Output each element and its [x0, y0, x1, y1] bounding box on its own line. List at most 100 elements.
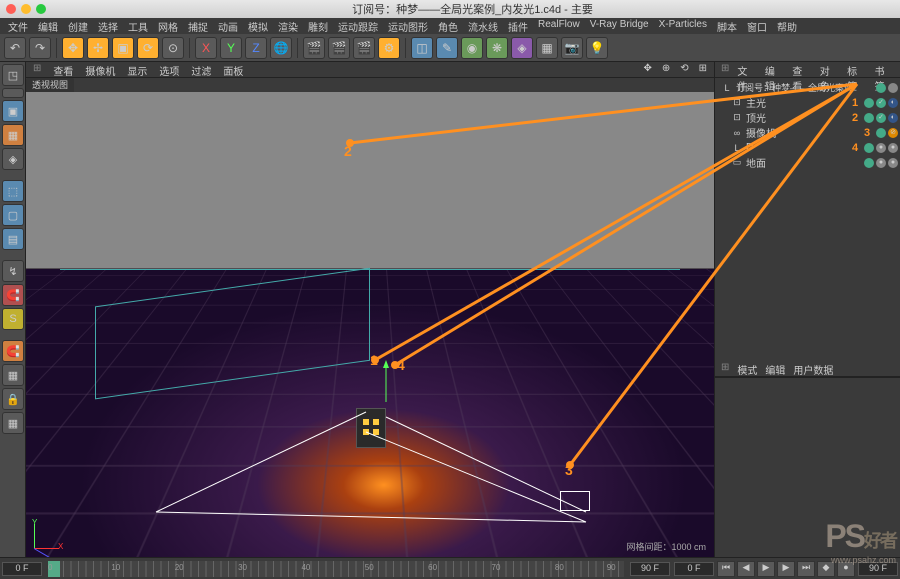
vp-panel[interactable]: 面板: [220, 62, 246, 77]
vp-camera[interactable]: 摄像机: [82, 62, 118, 77]
vp-filter[interactable]: 过滤: [188, 62, 214, 77]
close-icon[interactable]: [6, 4, 16, 14]
y-axis-button[interactable]: Y: [220, 37, 242, 59]
menu-snap[interactable]: 捕捉: [184, 18, 212, 34]
editable-button[interactable]: ◳: [2, 64, 24, 86]
render-region-button[interactable]: 🎬: [328, 37, 350, 59]
x-axis-button[interactable]: X: [195, 37, 217, 59]
soft-button[interactable]: ▦: [2, 412, 24, 434]
viewport-canvas[interactable]: Y X 网格间距：1000 cm: [26, 92, 714, 557]
om-edit[interactable]: 编辑: [763, 62, 786, 77]
workplane-button[interactable]: ◈: [2, 148, 24, 170]
tl-next-button[interactable]: ▶: [777, 561, 795, 577]
menu-realflow[interactable]: RealFlow: [534, 18, 584, 34]
workplane2-button[interactable]: S: [2, 308, 24, 330]
tl-ruler[interactable]: 0 10 20 30 40 50 60 70 80 90: [48, 561, 624, 577]
menu-render[interactable]: 渲染: [274, 18, 302, 34]
menu-plugin[interactable]: 插件: [504, 18, 532, 34]
model-button[interactable]: [2, 88, 24, 98]
tl-prev-button[interactable]: ◀: [737, 561, 755, 577]
z-axis-button[interactable]: Z: [245, 37, 267, 59]
obj-row-root[interactable]: L 订阅号：种梦——全局光案例: [717, 80, 898, 95]
obj-row-d[interactable]: L D 4 ●●: [717, 140, 898, 155]
vp-view[interactable]: 查看: [50, 62, 76, 77]
menu-create[interactable]: 创建: [64, 18, 92, 34]
menu-help[interactable]: 帮助: [773, 18, 801, 34]
tl-cur[interactable]: 0 F: [674, 562, 714, 576]
environment-button[interactable]: ▦: [536, 37, 558, 59]
render-settings2-button[interactable]: ⚙: [378, 37, 400, 59]
menu-mograph[interactable]: 运动图形: [384, 18, 432, 34]
obj-row-floor[interactable]: ▭ 地面 ●●: [717, 155, 898, 170]
tl-play-button[interactable]: ▶: [757, 561, 775, 577]
vp-nav-icon[interactable]: ✥: [640, 62, 654, 77]
world-button[interactable]: 🌐: [270, 37, 292, 59]
menu-edit[interactable]: 编辑: [34, 18, 62, 34]
menu-vray[interactable]: V-Ray Bridge: [586, 18, 653, 34]
om-file[interactable]: 文件: [735, 62, 758, 77]
pen-button[interactable]: ✎: [436, 37, 458, 59]
menu-xp[interactable]: X-Particles: [655, 18, 711, 34]
light-button[interactable]: 💡: [586, 37, 608, 59]
obj-row-camera[interactable]: ∞ 摄像机 3 ⊘: [717, 125, 898, 140]
menu-pipe[interactable]: 流水线: [464, 18, 502, 34]
last-tool-button[interactable]: ⊙: [162, 37, 184, 59]
undo-button[interactable]: ↶: [4, 37, 26, 59]
vp-zoom-icon[interactable]: ⊕: [659, 62, 673, 77]
generator-button[interactable]: ❋: [486, 37, 508, 59]
edge-mode-button[interactable]: ▢: [2, 204, 24, 226]
select-button[interactable]: ✥: [62, 37, 84, 59]
om-tags[interactable]: 标签: [845, 62, 868, 77]
locked-button[interactable]: 🔒: [2, 388, 24, 410]
snap-button[interactable]: 🧲: [2, 284, 24, 306]
object-mode-button[interactable]: ▣: [2, 100, 24, 122]
attr-user[interactable]: 用户数据: [791, 361, 835, 376]
render-button[interactable]: 🎬: [303, 37, 325, 59]
poly-mode-button[interactable]: ▤: [2, 228, 24, 250]
menu-track[interactable]: 运动跟踪: [334, 18, 382, 34]
render-settings-button[interactable]: 🎬: [353, 37, 375, 59]
maximize-icon[interactable]: [36, 4, 46, 14]
om-object[interactable]: 对象: [818, 62, 841, 77]
tweak-button[interactable]: ↯: [2, 260, 24, 282]
menu-char[interactable]: 角色: [434, 18, 462, 34]
point-mode-button[interactable]: ⬚: [2, 180, 24, 202]
menu-file[interactable]: 文件: [4, 18, 32, 34]
minimize-icon[interactable]: [21, 4, 31, 14]
attr-mode[interactable]: 模式: [735, 361, 759, 376]
tl-start[interactable]: 0 F: [2, 562, 42, 576]
menu-select[interactable]: 选择: [94, 18, 122, 34]
tl-last-button[interactable]: ⏭: [797, 561, 815, 577]
tl-first-button[interactable]: ⏮: [717, 561, 735, 577]
tl-end[interactable]: 90 F: [630, 562, 670, 576]
attr-edit[interactable]: 编辑: [763, 361, 787, 376]
viewport-tab[interactable]: 透视视图: [26, 78, 74, 92]
deformer-button[interactable]: ◈: [511, 37, 533, 59]
snap3-button[interactable]: 🧲: [2, 340, 24, 362]
redo-button[interactable]: ↷: [29, 37, 51, 59]
vp-options[interactable]: 选项: [156, 62, 182, 77]
menu-mesh[interactable]: 网格: [154, 18, 182, 34]
object-tree[interactable]: L 订阅号：种梦——全局光案例 ⊡ 主光 1 ✓◐ ⊡ 顶光 2 ✓◐ ∞ 摄像…: [715, 78, 900, 172]
menu-sim[interactable]: 模拟: [244, 18, 272, 34]
vp-display[interactable]: 显示: [124, 62, 150, 77]
obj-row-toplight[interactable]: ⊡ 顶光 2 ✓◐: [717, 110, 898, 125]
rotate-button[interactable]: ⟳: [137, 37, 159, 59]
menu-sculpt[interactable]: 雕刻: [304, 18, 332, 34]
vp-layout-icon[interactable]: ⊞: [696, 62, 710, 77]
menu-anim[interactable]: 动画: [214, 18, 242, 34]
scale-button[interactable]: ▣: [112, 37, 134, 59]
nurbs-button[interactable]: ◉: [461, 37, 483, 59]
move-button[interactable]: ✢: [87, 37, 109, 59]
obj-row-mainlight[interactable]: ⊡ 主光 1 ✓◐: [717, 95, 898, 110]
texture-mode-button[interactable]: ▦: [2, 124, 24, 146]
menu-script[interactable]: 脚本: [713, 18, 741, 34]
vp-rotate-icon[interactable]: ⟲: [677, 62, 691, 77]
quantize-button[interactable]: ▦: [2, 364, 24, 386]
menu-window[interactable]: 窗口: [743, 18, 771, 34]
om-book[interactable]: 书签: [873, 62, 896, 77]
om-view[interactable]: 查看: [790, 62, 813, 77]
menu-tools[interactable]: 工具: [124, 18, 152, 34]
cube-button[interactable]: ◫: [411, 37, 433, 59]
camera-button[interactable]: 📷: [561, 37, 583, 59]
